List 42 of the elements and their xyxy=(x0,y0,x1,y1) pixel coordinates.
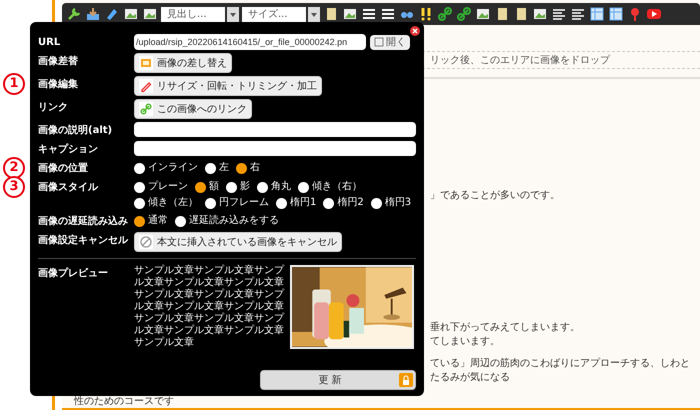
body-text: 」であることが多いのです。 xyxy=(430,189,561,203)
option-label: 円フレーム xyxy=(219,196,269,210)
dropdown[interactable]: 見出し... xyxy=(161,6,225,22)
body-text: ている」周辺の筋肉のこわばりにアプローチする、しわとたるみが気になる xyxy=(430,357,691,385)
field-label: 画像設定キャンセル xyxy=(38,233,130,248)
body-text: 垂れ下がってみえてしまいます。 xyxy=(430,321,581,335)
field-label: URL xyxy=(38,36,62,50)
option-label: 通常 xyxy=(148,214,168,228)
option-label: 傾き（右） xyxy=(312,180,362,194)
option-label: 左 xyxy=(219,161,229,175)
option-label: プレーン xyxy=(148,180,188,194)
field-label: 画像編集 xyxy=(38,78,79,92)
option-label: 遅延読み込みをする xyxy=(189,214,279,228)
url-field[interactable]: /upload/rsip_20220614160415/_or_file_00000242.pn xyxy=(134,34,366,50)
dialog-button[interactable]: この画像へのリンク xyxy=(134,99,252,119)
field-label: 画像の説明(alt) xyxy=(38,124,114,138)
dialog-button[interactable]: リサイズ・回転・トリミング・加工 xyxy=(134,76,322,96)
option-label: 額 xyxy=(209,180,219,194)
option-label: 右 xyxy=(250,161,260,175)
option-label: 角丸 xyxy=(271,180,291,194)
option-label: 楕円2 xyxy=(337,196,364,210)
dialog-button[interactable]: 画像の差し替え xyxy=(134,53,232,73)
body-text: 性のためのコースです xyxy=(74,396,174,408)
dropdown[interactable]: サイズ... xyxy=(242,6,306,22)
drop-hint: リック後、このエリアに画像をドロップ xyxy=(430,54,610,68)
option-label: 影 xyxy=(240,180,250,194)
sample-text: サンプル文章サンプル文章サンプル文章サンプル文章サンプル文章サンプル文章サンプル文章サンプル文章サンプル文章サンプル文章サンプル文章サンプル文章サンプル文章サンプル文章サンプル文章サンプル文章 xyxy=(134,265,284,349)
option-label: 楕円3 xyxy=(384,196,412,210)
option-label: 楕円1 xyxy=(290,196,316,210)
field-label: キャプション xyxy=(38,142,99,157)
dialog-button[interactable]: 本文に挿入されている画像をキャンセル xyxy=(134,232,342,252)
field-label: 画像差替 xyxy=(38,54,79,69)
field-label: リンク xyxy=(38,101,69,115)
body-text: てしまいます。 xyxy=(430,335,501,349)
field-label: 画像スタイル xyxy=(38,180,100,195)
field-label: 画像の遅延読み込み xyxy=(38,214,129,229)
option-label: インライン xyxy=(148,161,198,175)
field-label: 画像プレビュー xyxy=(38,266,109,281)
field-label: 画像の位置 xyxy=(38,162,89,176)
update-button[interactable]: 更 新 xyxy=(260,370,416,390)
option-label: 傾き（左） xyxy=(148,196,198,210)
open-button[interactable]: 開く xyxy=(370,34,410,50)
